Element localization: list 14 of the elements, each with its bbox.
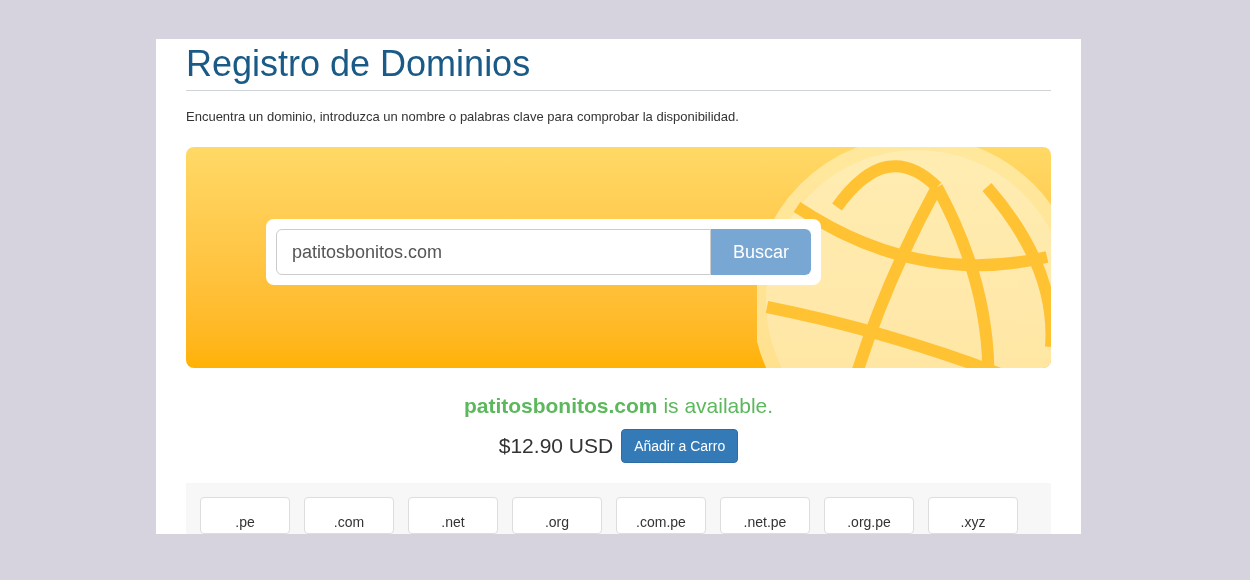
page-title: Registro de Dominios [186, 42, 532, 86]
tld-card[interactable]: .org [512, 497, 602, 534]
description: Encuentra un dominio, introduzca un nombre o palabras clave para comprobar la disponibilidad. [186, 108, 740, 126]
add-to-cart-button[interactable]: Añadir a Carro [621, 429, 739, 463]
tld-card[interactable]: .xyz [928, 497, 1018, 534]
domain-input[interactable]: patitosbonitos.com [276, 229, 711, 275]
price: $12.90 USD [498, 433, 614, 460]
tld-card[interactable]: .org.pe [824, 497, 914, 534]
availability-message: patitosbonitos.com is available. [462, 392, 775, 419]
tld-card[interactable]: .net [408, 497, 498, 534]
tld-card[interactable]: .net.pe [720, 497, 810, 534]
tld-card[interactable]: .com [304, 497, 394, 534]
tld-card[interactable]: .pe [200, 497, 290, 534]
tld-card[interactable]: .com.pe [616, 497, 706, 534]
